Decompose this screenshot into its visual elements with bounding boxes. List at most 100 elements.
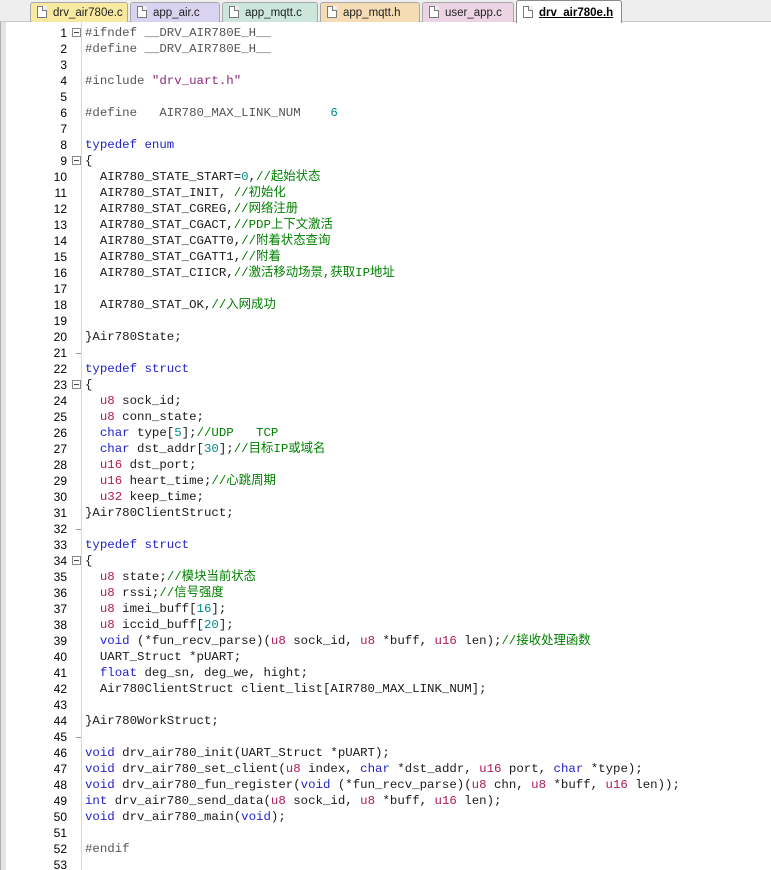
- code-token: }Air780WorkStruct;: [85, 714, 219, 728]
- tab-user-app-c[interactable]: user_app.c: [422, 2, 514, 22]
- code-line[interactable]: 32: [1, 521, 771, 537]
- code-line[interactable]: 52 #endif: [1, 841, 771, 857]
- code-line[interactable]: 26 char type[5];//UDP TCP: [1, 425, 771, 441]
- code-text: char type[5];//UDP TCP: [85, 425, 278, 441]
- code-line[interactable]: 44}Air780WorkStruct;: [1, 713, 771, 729]
- tab-label: app_air.c: [153, 7, 200, 19]
- code-token: u8: [99, 586, 115, 600]
- code-line[interactable]: 18 AIR780_STAT_OK,//入网成功: [1, 297, 771, 313]
- code-line[interactable]: 50 void drv_air780_main(void);: [1, 809, 771, 825]
- code-text: char dst_addr[30];//目标IP或域名: [85, 441, 326, 457]
- code-line[interactable]: 2 #define __DRV_AIR780E_H__: [1, 41, 771, 57]
- code-token: #define AIR780_MAX_LINK_NUM: [85, 106, 331, 120]
- code-token: dst_addr[: [129, 442, 204, 456]
- code-token: imei_buff[: [114, 602, 197, 616]
- code-line[interactable]: 20}Air780State;: [1, 329, 771, 345]
- code-line[interactable]: 31}Air780ClientStruct;: [1, 505, 771, 521]
- fold-end-marker: [76, 353, 81, 354]
- code-line[interactable]: 35 u8 state;//模块当前状态: [1, 569, 771, 585]
- code-token: ];: [218, 442, 234, 456]
- code-line[interactable]: 4 #include "drv_uart.h": [1, 73, 771, 89]
- code-line[interactable]: 24 u8 sock_id;: [1, 393, 771, 409]
- code-line[interactable]: 45: [1, 729, 771, 745]
- code-line[interactable]: 10 AIR780_STATE_START=0,//起始状态: [1, 169, 771, 185]
- fold-collapse-icon[interactable]: [72, 380, 81, 389]
- line-number: 53: [53, 858, 67, 870]
- code-line[interactable]: 40 UART_Struct *pUART;: [1, 649, 771, 665]
- code-text: typedef struct: [85, 537, 189, 553]
- code-line[interactable]: 28 u16 dst_port;: [1, 457, 771, 473]
- code-text: AIR780_STAT_CGACT,//PDP上下文激活: [85, 217, 333, 233]
- code-line[interactable]: 27 char dst_addr[30];//目标IP或域名: [1, 441, 771, 457]
- line-number: 51: [53, 826, 67, 840]
- code-text: AIR780_STAT_CGREG,//网络注册: [85, 201, 298, 217]
- code-line[interactable]: 9{: [1, 153, 771, 169]
- code-token: (*fun_recv_parse)(: [330, 778, 472, 792]
- code-line[interactable]: 46 void drv_air780_init(UART_Struct *pUAR…: [1, 745, 771, 761]
- code-text: u8 conn_state;: [85, 409, 204, 425]
- tab-drv-air780e-h[interactable]: drv_air780e.h: [516, 0, 622, 23]
- code-line[interactable]: 11 AIR780_STAT_INIT, //初始化: [1, 185, 771, 201]
- code-line[interactable]: 33 typedef struct: [1, 537, 771, 553]
- code-text: }Air780State;: [85, 329, 182, 345]
- code-line[interactable]: 8 typedef enum: [1, 137, 771, 153]
- code-line[interactable]: 36 u8 rssi;//信号强度: [1, 585, 771, 601]
- code-token: AIR780_STAT_CGREG,: [85, 202, 234, 216]
- fold-collapse-icon[interactable]: [72, 28, 81, 37]
- fold-collapse-icon[interactable]: [72, 556, 81, 565]
- code-token: iccid_buff[: [114, 618, 204, 632]
- code-line[interactable]: 29 u16 heart_time;//心跳周期: [1, 473, 771, 489]
- tab-drv-air780e-c[interactable]: drv_air780e.c: [30, 2, 128, 22]
- code-line[interactable]: 17: [1, 281, 771, 297]
- code-line[interactable]: 38 u8 iccid_buff[20];: [1, 617, 771, 633]
- code-editor[interactable]: 1 #ifndef __DRV_AIR780E_H__ 2 #define __DRV…: [0, 22, 771, 870]
- code-line[interactable]: 37 u8 imei_buff[16];: [1, 601, 771, 617]
- code-token: 6: [330, 106, 338, 120]
- line-number: 24: [53, 394, 67, 408]
- code-line[interactable]: 48 void drv_air780_fun_register(void (*fu…: [1, 777, 771, 793]
- tab-app-air-c[interactable]: app_air.c: [130, 2, 220, 22]
- code-token: 0: [241, 170, 249, 184]
- code-line[interactable]: 53: [1, 857, 771, 870]
- code-line[interactable]: 5: [1, 89, 771, 105]
- code-line[interactable]: 39 void (*fun_recv_parse)(u8 sock_id, u8…: [1, 633, 771, 649]
- code-line[interactable]: 30 u32 keep_time;: [1, 489, 771, 505]
- code-line[interactable]: 13 AIR780_STAT_CGACT,//PDP上下文激活: [1, 217, 771, 233]
- code-line[interactable]: 41 float deg_sn, deg_we, hight;: [1, 665, 771, 681]
- code-line[interactable]: 43: [1, 697, 771, 713]
- code-token: sock_id;: [114, 394, 182, 408]
- code-token: //入网成功: [211, 298, 276, 312]
- code-token: *buff,: [375, 634, 435, 648]
- code-line[interactable]: 14 AIR780_STAT_CGATT0,//附着状态查询: [1, 233, 771, 249]
- code-token: ,: [248, 170, 257, 184]
- code-line[interactable]: 15 AIR780_STAT_CGATT1,//附着: [1, 249, 771, 265]
- code-line[interactable]: 25 u8 conn_state;: [1, 409, 771, 425]
- fold-collapse-icon[interactable]: [72, 156, 81, 165]
- code-text: #include "drv_uart.h": [85, 73, 241, 89]
- code-line[interactable]: 49 int drv_air780_send_data(u8 sock_id, u…: [1, 793, 771, 809]
- code-line[interactable]: 7: [1, 121, 771, 137]
- tab-app-mqtt-c[interactable]: app_mqtt.c: [222, 2, 318, 22]
- code-line[interactable]: 12 AIR780_STAT_CGREG,//网络注册: [1, 201, 771, 217]
- code-line[interactable]: 19: [1, 313, 771, 329]
- line-number: 39: [53, 634, 67, 648]
- code-token: }Air780State;: [85, 330, 182, 344]
- code-line[interactable]: 21: [1, 345, 771, 361]
- code-line[interactable]: 23 {: [1, 377, 771, 393]
- code-line[interactable]: 22 typedef struct: [1, 361, 771, 377]
- code-line[interactable]: 51: [1, 825, 771, 841]
- code-line[interactable]: 34 {: [1, 553, 771, 569]
- code-text: float deg_sn, deg_we, hight;: [85, 665, 308, 681]
- code-line[interactable]: 47 void drv_air780_set_client(u8 index, c…: [1, 761, 771, 777]
- line-number: 8: [60, 138, 67, 152]
- code-token: AIR780_STAT_CGATT1,: [85, 250, 242, 264]
- tab-app-mqtt-h[interactable]: app_mqtt.h: [320, 2, 420, 22]
- code-line[interactable]: 6 #define AIR780_MAX_LINK_NUM 6: [1, 105, 771, 121]
- code-line[interactable]: 42 Air780ClientStruct client_list[AIR780…: [1, 681, 771, 697]
- code-token: //初始化: [233, 186, 286, 200]
- code-line[interactable]: 16 AIR780_STAT_CIICR,//激活移动场景,获取IP地址: [1, 265, 771, 281]
- code-line[interactable]: 1 #ifndef __DRV_AIR780E_H__: [1, 25, 771, 41]
- code-token: //接收处理函数: [501, 634, 591, 648]
- code-line[interactable]: 3: [1, 57, 771, 73]
